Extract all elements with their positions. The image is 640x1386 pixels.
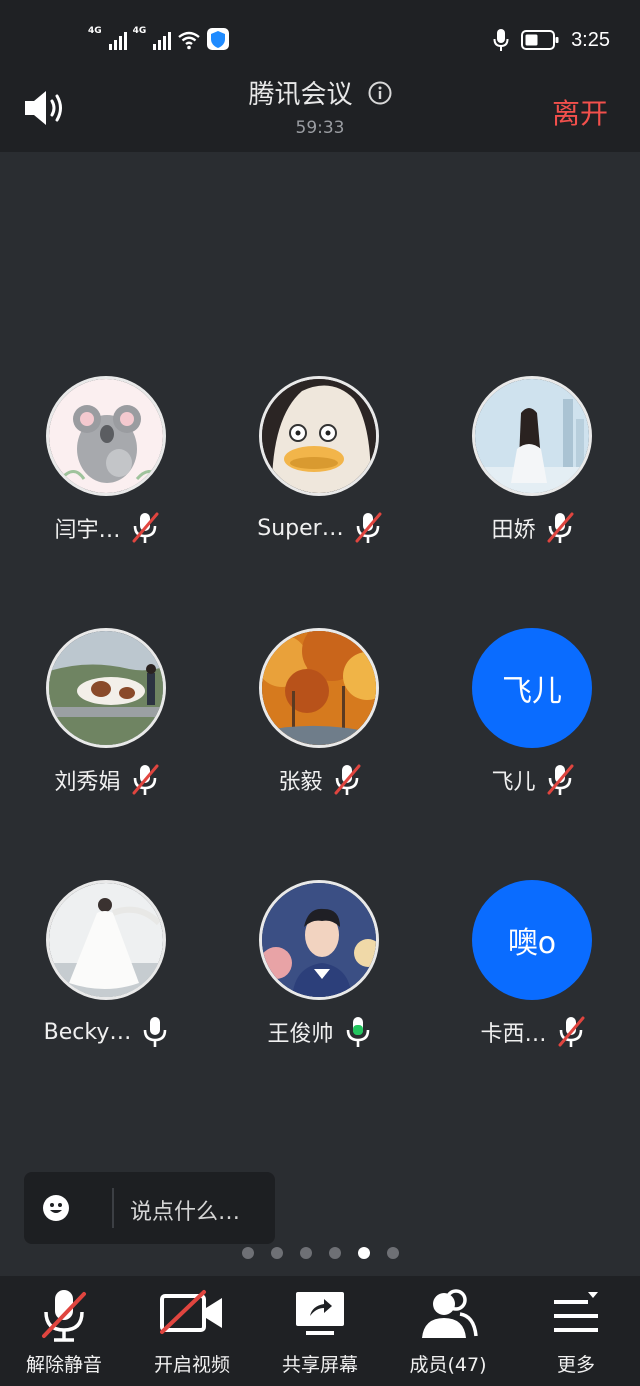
participant-name: Becky… [43, 1019, 132, 1045]
participant-name-row: 王俊帅 [213, 1015, 426, 1049]
woman-avatar-image [475, 379, 589, 493]
participant-name: 刘秀娟 [54, 770, 121, 795]
participant-name-row: 刘秀娟 [0, 763, 213, 797]
signal-icon [108, 30, 127, 50]
participant-name: 卡西… [480, 1022, 547, 1047]
participant-tile[interactable]: 闫宇… [0, 376, 213, 556]
page-dot[interactable] [300, 1247, 312, 1259]
page-title: 腾讯会议 [248, 80, 353, 110]
page-dot-active[interactable] [358, 1247, 370, 1259]
microphone-muted-icon [42, 1290, 86, 1342]
participant-tile[interactable]: 噢o 卡西… [426, 880, 639, 1060]
network-type-2: 4G [132, 26, 147, 36]
avatar: 噢o [472, 880, 592, 1000]
mic-speaking-icon [346, 1017, 369, 1047]
mic-muted-icon [334, 763, 360, 797]
participant-tile[interactable]: Becky… [0, 880, 213, 1060]
unmute-button[interactable]: 解除静音 [0, 1276, 128, 1386]
avatar: 飞儿 [472, 628, 592, 748]
mic-muted-icon [132, 763, 158, 797]
leave-button[interactable]: 离开 [552, 92, 608, 132]
participant-tile[interactable]: 刘秀娟 [0, 628, 213, 808]
participant-tile[interactable]: 飞儿 飞儿 [426, 628, 639, 808]
meeting-title-row: 腾讯会议 [0, 74, 640, 111]
participant-name: 张毅 [278, 770, 323, 795]
battery-icon [521, 30, 559, 50]
more-menu-icon [554, 1292, 598, 1332]
chat-input[interactable]: 说点什么… [24, 1172, 275, 1244]
clock: 3:25 [571, 28, 610, 51]
duck-avatar-image [262, 379, 376, 493]
signal-icon [153, 30, 172, 50]
share-screen-icon [296, 1292, 344, 1335]
info-icon[interactable] [368, 81, 392, 105]
participant-name-row: 飞儿 [426, 763, 639, 797]
share-screen-button[interactable]: 共享屏幕 [256, 1276, 384, 1386]
participant-name: Super… [257, 515, 344, 541]
participant-tile[interactable]: 田娇 [426, 376, 639, 556]
page-dot[interactable] [271, 1247, 283, 1259]
video-off-icon [160, 1290, 222, 1334]
meeting-timer: 59:33 [295, 118, 345, 138]
cow-avatar-image [49, 631, 163, 745]
koala-avatar-image [49, 379, 163, 493]
emoji-icon[interactable] [42, 1194, 70, 1222]
shield-icon [207, 28, 230, 50]
participant-name-row: 张毅 [213, 763, 426, 797]
wifi-icon [178, 31, 201, 50]
share-screen-label: 共享屏幕 [281, 1354, 358, 1376]
participant-name-row: 卡西… [426, 1015, 639, 1049]
participant-name: 王俊帅 [267, 1022, 334, 1047]
meeting-header: 腾讯会议 59:33 离开 [0, 60, 640, 152]
participant-name: 闫宇… [54, 518, 121, 543]
participant-tile[interactable]: 王俊帅 [213, 880, 426, 1060]
status-icons-right: 3:25 [493, 26, 610, 54]
members-icon [422, 1289, 478, 1338]
participant-name-row: Becky… [0, 1015, 213, 1049]
participant-tile[interactable]: 张毅 [213, 628, 426, 808]
unmute-label: 解除静音 [25, 1354, 102, 1376]
participant-name: 田娇 [491, 518, 536, 543]
page-dot[interactable] [242, 1247, 254, 1259]
participant-name-row: 田娇 [426, 511, 639, 545]
more-label: 更多 [556, 1354, 595, 1376]
forest-avatar-image [262, 631, 376, 745]
participant-name-row: 闫宇… [0, 511, 213, 545]
start-video-label: 开启视频 [153, 1354, 230, 1376]
avatar [259, 880, 379, 1000]
status-icons-left: 4G 4G [88, 26, 230, 50]
mic-muted-icon [132, 511, 158, 545]
mic-muted-icon [547, 763, 573, 797]
page-dot[interactable] [387, 1247, 399, 1259]
participant-name: 飞儿 [491, 770, 536, 795]
mic-on-icon [144, 1015, 167, 1049]
participant-tile[interactable]: Super… [213, 376, 426, 556]
divider [112, 1188, 114, 1228]
avatar [46, 628, 166, 748]
mic-muted-icon [355, 511, 382, 545]
mic-muted-icon [558, 1015, 584, 1049]
participant-name-row: Super… [213, 511, 426, 545]
page-dot[interactable] [329, 1247, 341, 1259]
page-indicator [242, 1247, 399, 1259]
microphone-status-icon [493, 29, 509, 51]
avatar [46, 376, 166, 496]
avatar [472, 376, 592, 496]
avatar [259, 376, 379, 496]
mic-muted-icon [547, 511, 573, 545]
meeting-toolbar: 解除静音 开启视频 共享屏幕 成员(47) 更多 [0, 1276, 640, 1386]
avatar [259, 628, 379, 748]
avatar [46, 880, 166, 1000]
chat-placeholder: 说点什么… [130, 1200, 241, 1225]
cartoon-man-avatar-image [262, 883, 376, 997]
network-type-1: 4G [88, 26, 102, 36]
start-video-button[interactable]: 开启视频 [128, 1276, 256, 1386]
bride-avatar-image [49, 883, 163, 997]
more-button[interactable]: 更多 [512, 1276, 640, 1386]
members-label: 成员(47) [409, 1354, 487, 1376]
members-button[interactable]: 成员(47) [384, 1276, 512, 1386]
